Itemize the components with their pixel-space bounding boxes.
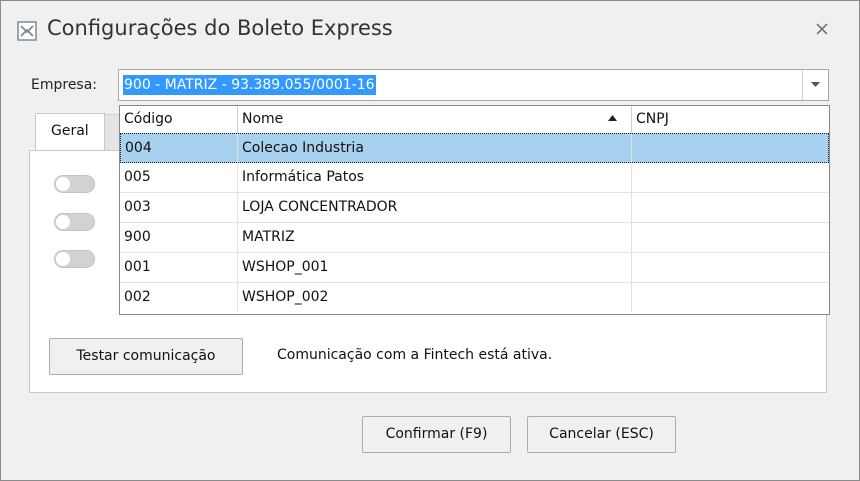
dropdown-arrow-button[interactable] xyxy=(802,70,828,100)
communication-status-text: Comunicação com a Fintech está ativa. xyxy=(277,347,553,363)
chevron-down-icon xyxy=(811,82,820,87)
cell-cnpj xyxy=(632,163,829,192)
cancel-button[interactable]: Cancelar (ESC) xyxy=(527,416,676,453)
settings-dialog: Configurações do Boleto Express Empresa:… xyxy=(0,0,860,481)
grid-row[interactable]: 004 Colecao Industria xyxy=(120,133,829,163)
cell-nome: LOJA CONCENTRADOR xyxy=(238,193,632,222)
toggle-knob xyxy=(56,215,70,229)
empresa-dropdown-grid[interactable]: Código Nome CNPJ 004 Colecao Industria 0… xyxy=(119,105,830,315)
test-communication-button[interactable]: Testar comunicação xyxy=(49,338,243,375)
toggle-knob xyxy=(56,252,70,266)
column-header-cnpj[interactable]: CNPJ xyxy=(632,106,829,133)
empresa-label: Empresa: xyxy=(31,77,98,93)
empresa-selected-value[interactable]: 900 - MATRIZ - 93.389.055/0001-16 xyxy=(123,75,376,95)
cell-nome: Informática Patos xyxy=(238,163,632,192)
title-bar: Configurações do Boleto Express xyxy=(1,1,859,59)
cell-codigo: 004 xyxy=(121,134,238,163)
toggle-knob xyxy=(56,177,70,191)
column-header-nome[interactable]: Nome xyxy=(238,106,632,133)
window-title: Configurações do Boleto Express xyxy=(47,16,393,40)
grid-row[interactable]: 003 LOJA CONCENTRADOR xyxy=(120,193,829,223)
cell-nome: MATRIZ xyxy=(238,223,632,252)
cell-nome: WSHOP_002 xyxy=(238,283,632,312)
cell-codigo: 005 xyxy=(120,163,238,192)
sort-ascending-icon xyxy=(608,115,617,121)
toggle-switch-3[interactable] xyxy=(54,250,95,268)
toggle-switch-2[interactable] xyxy=(54,213,95,231)
cell-cnpj xyxy=(632,134,828,163)
tab-geral-label: Geral xyxy=(51,123,89,139)
toggle-switch-1[interactable] xyxy=(54,175,95,193)
grid-row[interactable]: 900 MATRIZ xyxy=(120,223,829,253)
cell-codigo: 900 xyxy=(120,223,238,252)
cell-codigo: 003 xyxy=(120,193,238,222)
confirm-button[interactable]: Confirmar (F9) xyxy=(362,416,511,453)
cell-cnpj xyxy=(632,193,829,222)
boleto-express-icon xyxy=(17,21,37,41)
tab-geral[interactable]: Geral xyxy=(35,113,105,151)
tab-strip xyxy=(105,114,119,151)
grid-header: Código Nome CNPJ xyxy=(120,106,829,134)
cell-cnpj xyxy=(632,223,829,252)
grid-row[interactable]: 005 Informática Patos xyxy=(120,163,829,193)
cell-cnpj xyxy=(632,283,829,312)
close-icon[interactable] xyxy=(811,21,833,41)
grid-row[interactable]: 001 WSHOP_001 xyxy=(120,253,829,283)
column-header-codigo[interactable]: Código xyxy=(120,106,238,133)
cell-codigo: 002 xyxy=(120,283,238,312)
cell-codigo: 001 xyxy=(120,253,238,282)
cell-nome: Colecao Industria xyxy=(238,134,632,163)
cell-nome: WSHOP_001 xyxy=(238,253,632,282)
cell-cnpj xyxy=(632,253,829,282)
grid-row[interactable]: 002 WSHOP_002 xyxy=(120,283,829,313)
empresa-combobox[interactable]: 900 - MATRIZ - 93.389.055/0001-16 xyxy=(118,69,829,101)
